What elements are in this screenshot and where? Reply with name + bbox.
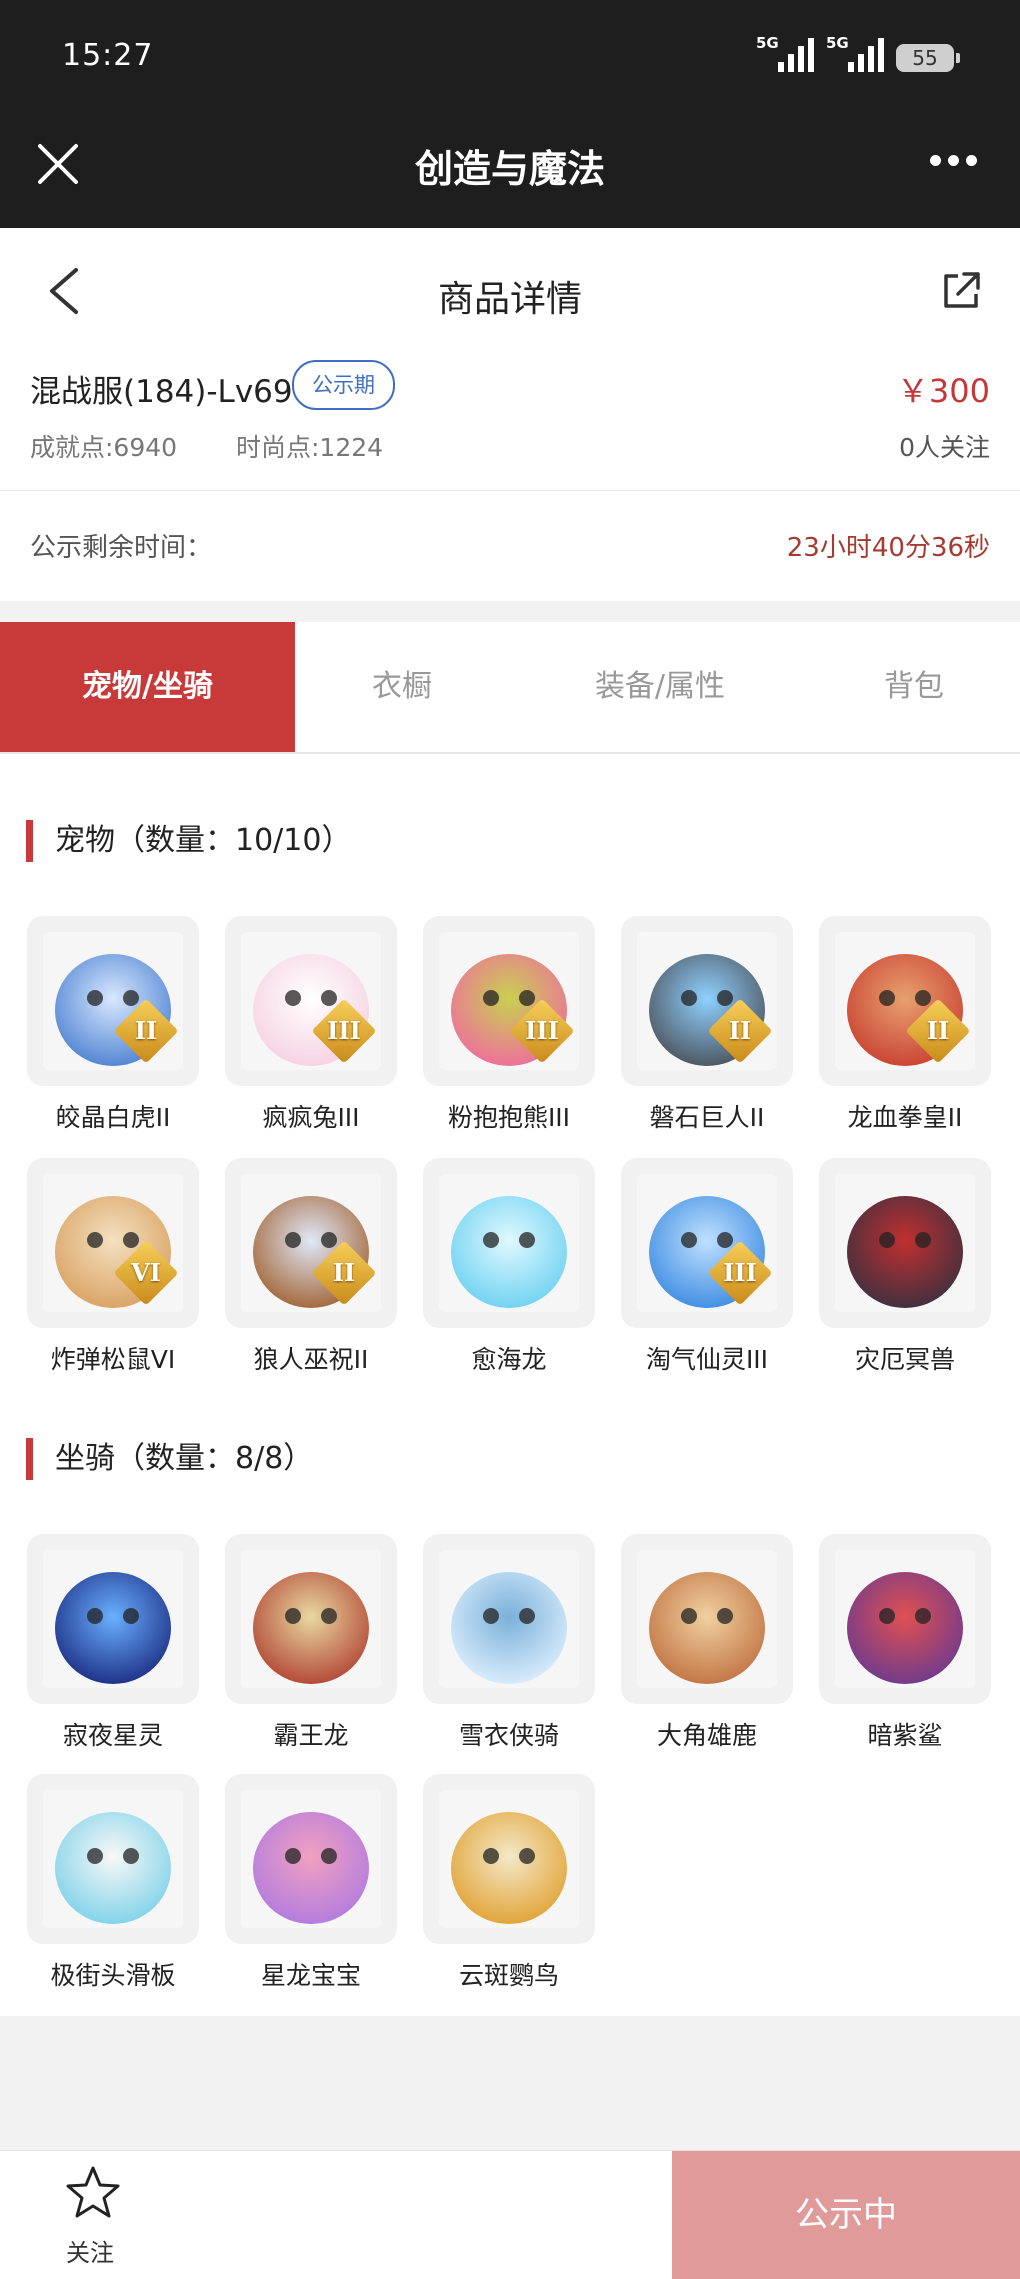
pet-name: 皎晶白虎II <box>55 1103 171 1132</box>
star-icon[interactable] <box>64 2165 122 2221</box>
pet-card[interactable]: II <box>819 916 991 1086</box>
pet-name: 淘气仙灵III <box>645 1345 769 1374</box>
mount-name: 寂夜星灵 <box>62 1721 163 1750</box>
mount-card[interactable] <box>423 1534 595 1704</box>
network-label: 5G <box>756 34 779 52</box>
tab-bar: 宠物/坐骑 衣橱 装备/属性 背包 <box>0 622 1020 754</box>
pet-image <box>835 1174 975 1312</box>
mount-card[interactable] <box>225 1534 397 1704</box>
network-label: 5G <box>826 34 849 52</box>
main-content: 宠物（数量：10/10） 坐骑（数量：8/8） II 皎晶白虎II III 疯疯兔II… <box>0 754 1020 2016</box>
page-title: 商品详情 <box>437 279 582 320</box>
pet-name: 粉抱抱熊III <box>447 1103 571 1132</box>
pet-card[interactable] <box>819 1158 991 1328</box>
countdown-value: 23小时40分36秒 <box>786 533 990 563</box>
signal-icon: 5G <box>756 34 816 74</box>
pet-image <box>439 1174 579 1312</box>
status-time: 15:27 <box>62 38 154 73</box>
tab-wardrobe[interactable]: 衣橱 <box>302 622 502 752</box>
page-header: 商品详情 <box>0 228 1020 348</box>
countdown-row: 公示剩余时间： 23小时40分36秒 <box>0 491 1020 601</box>
tier-label: II <box>332 1258 356 1287</box>
pets-section-title: 宠物（数量：10/10） <box>26 820 351 862</box>
publicity-button[interactable]: 公示中 <box>672 2151 1020 2279</box>
pet-card[interactable]: II <box>27 916 199 1086</box>
mount-card[interactable] <box>225 1774 397 1944</box>
tier-label: III <box>327 1016 361 1045</box>
tier-label: III <box>723 1258 757 1287</box>
tab-backpack[interactable]: 背包 <box>814 622 1014 752</box>
pet-name: 狼人巫祝II <box>253 1345 369 1374</box>
achievement-points: 成就点:6940 <box>30 433 178 462</box>
pet-card[interactable]: III <box>621 1158 793 1328</box>
fashion-points: 时尚点:1224 <box>236 433 384 462</box>
mount-name: 云斑鹦鸟 <box>458 1961 559 1990</box>
mount-card[interactable] <box>621 1534 793 1704</box>
bottom-bar: 关注 公示中 <box>0 2150 1020 2279</box>
mount-card[interactable] <box>423 1774 595 1944</box>
app-title-bar: 创造与魔法 <box>0 110 1020 228</box>
mount-image <box>241 1790 381 1928</box>
tier-label: II <box>728 1016 752 1045</box>
pet-name: 龙血拳皇II <box>847 1103 963 1132</box>
tab-equipment[interactable]: 装备/属性 <box>560 622 760 752</box>
pet-name: 疯疯兔III <box>262 1103 360 1132</box>
status-bar: 15:27 5G 5G 55 <box>0 0 1020 110</box>
mount-image <box>439 1790 579 1928</box>
pet-card[interactable]: VI <box>27 1158 199 1328</box>
tab-pets-mounts[interactable]: 宠物/坐骑 <box>0 622 295 752</box>
mount-name: 雪衣侠骑 <box>458 1721 559 1750</box>
follow-label[interactable]: 关注 <box>66 2233 114 2268</box>
app-title: 创造与魔法 <box>414 147 605 191</box>
pet-card[interactable]: III <box>423 916 595 1086</box>
mount-name: 极街头滑板 <box>50 1961 176 1990</box>
tier-label: II <box>134 1016 158 1045</box>
tier-label: VI <box>131 1258 161 1287</box>
follow-count: 0人关注 <box>899 433 990 462</box>
share-icon[interactable] <box>940 270 982 312</box>
price: ￥300 <box>896 372 990 410</box>
status-badge: 公示期 <box>292 360 395 410</box>
mounts-section-title: 坐骑（数量：8/8） <box>26 1438 313 1480</box>
countdown-label: 公示剩余时间： <box>30 533 213 563</box>
pet-name: 灾厄冥兽 <box>854 1345 955 1374</box>
tier-label: II <box>926 1016 950 1045</box>
pet-card[interactable]: III <box>225 916 397 1086</box>
mount-card[interactable] <box>27 1534 199 1704</box>
pet-name: 磐石巨人II <box>649 1103 765 1132</box>
mount-image <box>43 1790 183 1928</box>
mount-image <box>637 1550 777 1688</box>
listing-info: 混战服(184)-Lv69 公示期 ￥300 成就点:6940 时尚点:1224… <box>0 348 1020 491</box>
mount-name: 大角雄鹿 <box>656 1721 757 1750</box>
mount-image <box>439 1550 579 1688</box>
pet-card[interactable]: II <box>225 1158 397 1328</box>
pet-name: 炸弹松鼠VI <box>50 1345 176 1374</box>
mount-card[interactable] <box>27 1774 199 1944</box>
mount-name: 星龙宝宝 <box>260 1961 361 1990</box>
tier-label: III <box>525 1016 559 1045</box>
mount-image <box>241 1550 381 1688</box>
pet-card[interactable] <box>423 1158 595 1328</box>
pet-name: 愈海龙 <box>471 1345 547 1374</box>
mount-image <box>43 1550 183 1688</box>
pet-card[interactable]: II <box>621 916 793 1086</box>
mount-name: 霸王龙 <box>273 1721 349 1750</box>
battery-icon: 55 <box>896 44 960 72</box>
server-level: 混战服(184)-Lv69 <box>30 374 293 410</box>
mount-card[interactable] <box>819 1534 991 1704</box>
mount-image <box>835 1550 975 1688</box>
mount-name: 暗紫鲨 <box>867 1721 943 1750</box>
signal-icon: 5G <box>826 34 886 74</box>
more-icon[interactable] <box>930 155 980 169</box>
